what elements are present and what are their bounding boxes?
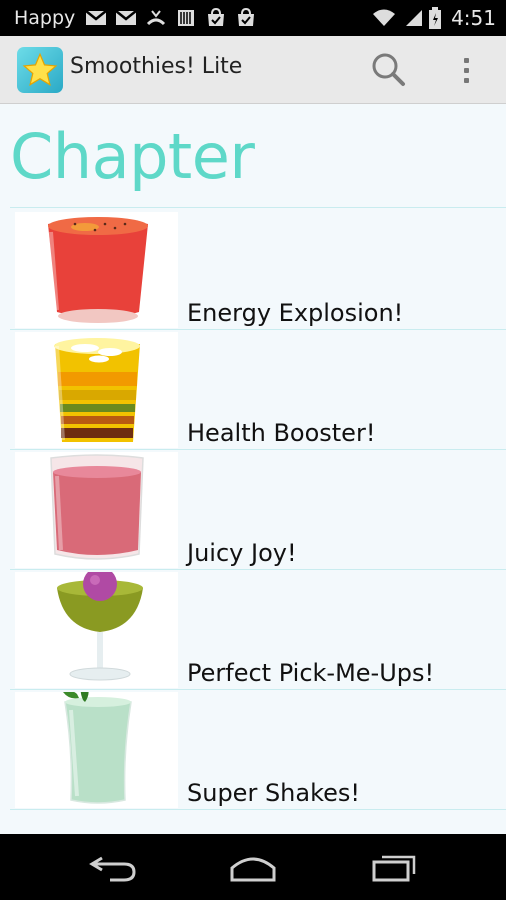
home-icon bbox=[230, 857, 276, 882]
back-button[interactable] bbox=[88, 850, 138, 884]
red-smoothie-image bbox=[15, 212, 178, 328]
app-star-icon[interactable] bbox=[17, 47, 63, 93]
overflow-menu-button[interactable] bbox=[452, 50, 480, 90]
system-status: 4:51 bbox=[371, 0, 496, 36]
list-item[interactable]: Juicy Joy! bbox=[10, 450, 506, 570]
carrier-label: Happy bbox=[14, 7, 76, 29]
list-item[interactable]: Perfect Pick-Me-Ups! bbox=[10, 567, 506, 690]
chapter-label: Energy Explosion! bbox=[187, 299, 404, 327]
chapter-label: Perfect Pick-Me-Ups! bbox=[187, 659, 435, 687]
missed-call-icon bbox=[147, 10, 166, 26]
notification-area: Happy bbox=[0, 7, 257, 29]
play-store-icon bbox=[208, 8, 225, 26]
barcode-icon bbox=[178, 10, 195, 26]
chapter-label: Juicy Joy! bbox=[187, 539, 297, 567]
gmail-icon bbox=[85, 10, 108, 25]
chapter-list: Energy Explosion! Health Booster! Juicy … bbox=[10, 210, 506, 810]
chapter-label: Health Booster! bbox=[187, 419, 376, 447]
navigation-bar bbox=[0, 834, 506, 900]
green-cocktail-image bbox=[15, 567, 178, 688]
overflow-menu-icon bbox=[463, 57, 469, 63]
overflow-dot bbox=[463, 77, 469, 83]
app-title: Smoothies! Lite bbox=[70, 54, 243, 79]
list-item[interactable]: Energy Explosion! bbox=[10, 210, 506, 330]
layered-smoothie-image bbox=[15, 332, 178, 448]
action-bar: Smoothies! Lite bbox=[0, 36, 506, 104]
page-heading: Chapter bbox=[10, 120, 255, 193]
search-button[interactable] bbox=[368, 50, 408, 90]
clock: 4:51 bbox=[451, 6, 496, 30]
battery-icon bbox=[429, 7, 442, 29]
list-item[interactable]: Super Shakes! bbox=[10, 684, 506, 810]
heading-divider bbox=[10, 207, 506, 208]
pink-smoothie-image bbox=[15, 452, 178, 568]
play-store-icon bbox=[238, 8, 255, 26]
chapter-label: Super Shakes! bbox=[187, 779, 361, 807]
mint-shake-image bbox=[15, 684, 178, 808]
home-button[interactable] bbox=[228, 850, 278, 884]
list-item[interactable]: Health Booster! bbox=[10, 330, 506, 450]
status-bar: Happy 4:51 bbox=[0, 0, 506, 36]
overflow-dot bbox=[463, 67, 469, 73]
signal-icon bbox=[406, 10, 423, 26]
search-icon bbox=[372, 53, 405, 86]
wifi-icon bbox=[373, 9, 396, 26]
recent-apps-icon bbox=[372, 855, 416, 882]
back-icon bbox=[89, 856, 136, 882]
recent-apps-button[interactable] bbox=[370, 850, 420, 884]
gmail-icon bbox=[115, 10, 138, 25]
